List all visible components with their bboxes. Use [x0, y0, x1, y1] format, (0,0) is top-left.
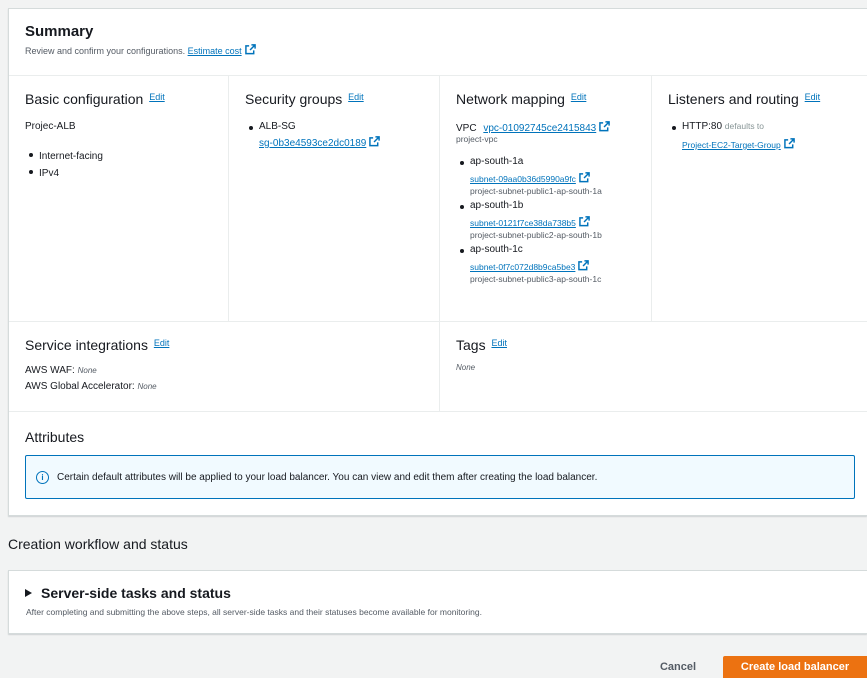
listener-protocol: HTTP:80	[682, 121, 723, 132]
global-accelerator-row: AWS Global Accelerator: None	[25, 381, 157, 392]
listeners-routing-edit-link[interactable]: Edit	[805, 92, 821, 102]
service-integrations-title: Service integrations Edit	[25, 337, 170, 353]
subnet-item: ap-south-1c subnet-0f7c072d8b9ca5be3 pro…	[456, 244, 635, 284]
defaults-to-label: defaults to	[724, 121, 765, 131]
attributes-info-alert: i Certain default attributes will be app…	[25, 455, 855, 499]
basic-configuration-section: Basic configuration Edit Projec-ALB Inte…	[9, 75, 228, 321]
subnet-name: project-subnet-public2-ap-south-1b	[470, 230, 602, 240]
security-groups-edit-link[interactable]: Edit	[348, 92, 364, 102]
summary-subtitle: Review and confirm your configurations. …	[25, 44, 256, 56]
subnet-list: ap-south-1a subnet-09aa0b36d5990a9fc pro…	[456, 156, 635, 284]
basic-configuration-edit-link[interactable]: Edit	[149, 92, 165, 102]
subnet-id-link[interactable]: subnet-09aa0b36d5990a9fc	[470, 174, 576, 184]
listeners-list: HTTP:80 defaults to Project-EC2-Target-G…	[668, 121, 852, 150]
security-group-item: ALB-SG sg-0b3e4593ce2dc0189	[245, 121, 423, 149]
network-mapping-edit-link[interactable]: Edit	[571, 92, 587, 102]
vpc-id-link[interactable]: vpc-01092745ce2415843	[483, 123, 596, 134]
summary-header: Summary Review and confirm your configur…	[25, 23, 256, 56]
estimate-cost-link[interactable]: Estimate cost	[188, 46, 242, 56]
external-link-icon[interactable]	[578, 260, 590, 271]
availability-zone: ap-south-1b	[470, 200, 524, 211]
security-groups-list: ALB-SG sg-0b3e4593ce2dc0189	[245, 121, 423, 149]
target-group-link[interactable]: Project-EC2-Target-Group	[682, 140, 781, 150]
summary-title: Summary	[25, 23, 94, 40]
tags-value: None	[456, 363, 476, 372]
service-integrations-edit-link[interactable]: Edit	[154, 338, 170, 348]
external-link-icon[interactable]	[579, 216, 590, 227]
creation-workflow-title: Creation workflow and status	[8, 536, 188, 552]
tags-edit-link[interactable]: Edit	[491, 338, 507, 348]
security-group-name: ALB-SG	[259, 121, 296, 132]
basic-configuration-list: Internet-facing IPv4	[25, 148, 212, 182]
global-accelerator-value: None	[137, 382, 157, 391]
security-groups-title: Security groups Edit	[245, 91, 364, 107]
external-link-icon[interactable]	[369, 136, 381, 147]
attributes-info-text: Certain default attributes will be appli…	[57, 471, 598, 483]
server-side-tasks-panel: Server-side tasks and status After compl…	[8, 570, 867, 634]
cancel-button[interactable]: Cancel	[648, 656, 708, 678]
waf-value: None	[77, 366, 97, 375]
section-divider	[9, 411, 867, 412]
tags-title: Tags Edit	[456, 337, 507, 353]
listeners-routing-title: Listeners and routing Edit	[668, 91, 821, 107]
network-mapping-section: Network mapping Edit VPC vpc-01092745ce2…	[439, 75, 651, 321]
load-balancer-name: Projec-ALB	[25, 121, 76, 132]
server-side-tasks-subtitle: After completing and submitting the abov…	[26, 607, 482, 617]
availability-zone: ap-south-1a	[470, 156, 524, 167]
listener-item: HTTP:80 defaults to Project-EC2-Target-G…	[668, 121, 852, 150]
ip-type-item: IPv4	[25, 165, 212, 182]
vpc-row: VPC vpc-01092745ce2415843	[456, 121, 635, 134]
server-side-tasks-title: Server-side tasks and status	[41, 585, 231, 601]
summary-panel: Summary Review and confirm your configur…	[8, 8, 867, 516]
subnet-item: ap-south-1b subnet-0121f7ce38da738b5 pro…	[456, 200, 635, 240]
subnet-id-link[interactable]: subnet-0121f7ce38da738b5	[470, 218, 576, 228]
server-side-tasks-toggle[interactable]: Server-side tasks and status	[25, 585, 851, 601]
subnet-id-link[interactable]: subnet-0f7c072d8b9ca5be3	[470, 262, 575, 272]
network-mapping-title: Network mapping Edit	[456, 91, 587, 107]
vpc-name: project-vpc	[456, 134, 498, 144]
tags-section: Tags Edit None	[439, 321, 867, 411]
listeners-routing-section: Listeners and routing Edit HTTP:80 defau…	[651, 75, 867, 321]
caret-right-icon[interactable]	[25, 589, 32, 597]
info-icon: i	[36, 470, 49, 484]
vpc-label: VPC	[456, 123, 477, 134]
subnet-name: project-subnet-public3-ap-south-1c	[470, 274, 602, 284]
attributes-title: Attributes	[25, 429, 85, 445]
waf-row: AWS WAF: None	[25, 365, 97, 376]
service-integrations-section: Service integrations Edit AWS WAF: None …	[9, 321, 439, 411]
external-link-icon[interactable]	[599, 121, 611, 132]
availability-zone: ap-south-1c	[470, 244, 523, 255]
subnet-name: project-subnet-public1-ap-south-1a	[470, 186, 602, 196]
external-link-icon[interactable]	[783, 138, 795, 149]
create-load-balancer-button[interactable]: Create load balancer	[723, 656, 867, 678]
subnet-item: ap-south-1a subnet-09aa0b36d5990a9fc pro…	[456, 156, 635, 196]
basic-configuration-title: Basic configuration Edit	[25, 91, 165, 107]
external-link-icon[interactable]	[579, 172, 590, 183]
security-group-id-link[interactable]: sg-0b3e4593ce2dc0189	[259, 138, 366, 149]
scheme-item: Internet-facing	[25, 148, 212, 165]
external-link-icon[interactable]	[244, 44, 256, 55]
security-groups-section: Security groups Edit ALB-SG sg-0b3e4593c…	[228, 75, 439, 321]
